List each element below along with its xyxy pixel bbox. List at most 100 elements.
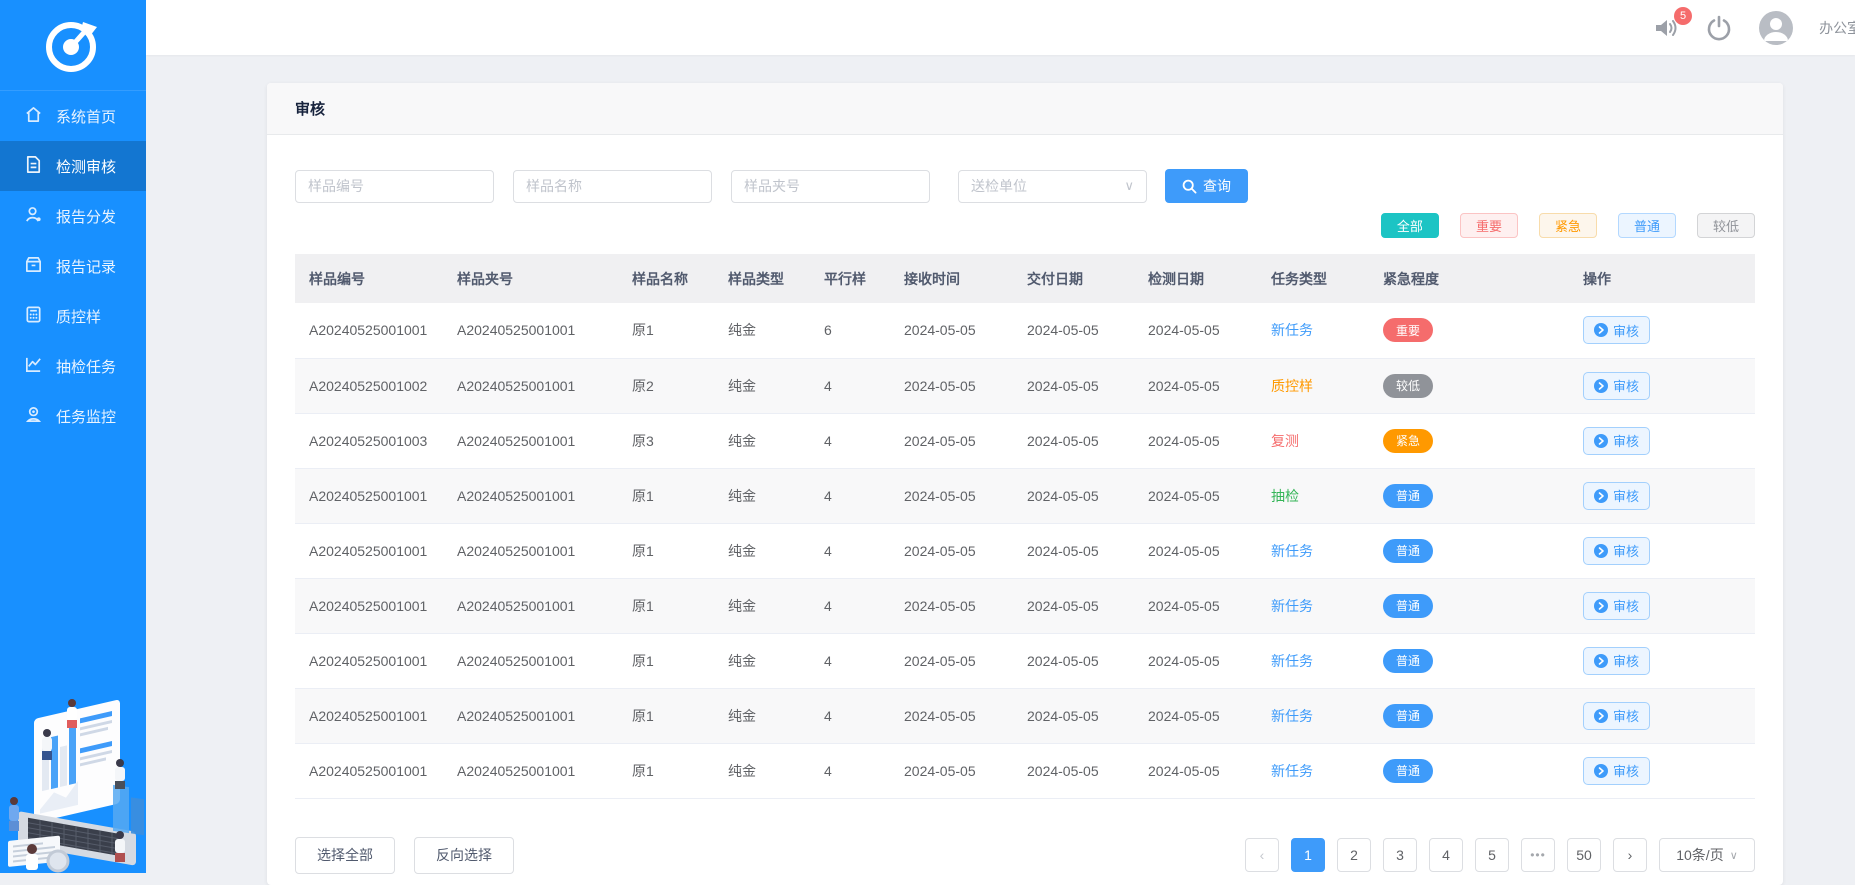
- sidebar-item-label: 系统首页: [56, 106, 116, 127]
- column-header: 任务类型: [1257, 254, 1369, 303]
- cell-test-date: 2024-05-05: [1134, 743, 1257, 798]
- pagination-page-3[interactable]: 3: [1383, 838, 1417, 872]
- sidebar-item-qc-sample[interactable]: 质控样: [0, 291, 146, 341]
- cell-sample-type: 纯金: [714, 303, 810, 358]
- sidebar-item-records[interactable]: 报告记录: [0, 241, 146, 291]
- filter-normal[interactable]: 普通: [1618, 213, 1676, 238]
- sidebar-item-home[interactable]: 系统首页: [0, 91, 146, 141]
- urgency-badge: 普通: [1383, 704, 1433, 728]
- pagination-page-4[interactable]: 4: [1429, 838, 1463, 872]
- urgency-filter-group: 全部重要紧急普通较低: [295, 213, 1755, 238]
- sidebar-item-monitor[interactable]: 任务监控: [0, 391, 146, 441]
- cell-folder-no: A20240525001001: [443, 523, 618, 578]
- cell-sample-name: 原1: [618, 468, 714, 523]
- column-header: 检测日期: [1134, 254, 1257, 303]
- cell-sample-type: 纯金: [714, 523, 810, 578]
- sidebar: 系统首页检测审核报告分发报告记录质控样抽检任务任务监控: [0, 0, 146, 873]
- table-row: A20240525001002A20240525001001原2纯金42024-…: [295, 358, 1755, 413]
- column-header: 样品名称: [618, 254, 714, 303]
- cell-sample-no: A20240525001002: [295, 358, 443, 413]
- audit-button[interactable]: 审核: [1583, 537, 1650, 565]
- cell-sample-no: A20240525001001: [295, 303, 443, 358]
- audit-button-label: 审核: [1613, 651, 1639, 670]
- audit-button-label: 审核: [1613, 431, 1639, 450]
- search-icon: [1182, 179, 1197, 194]
- select-all-button[interactable]: 选择全部: [295, 837, 395, 874]
- sidebar-item-review[interactable]: 检测审核: [0, 141, 146, 191]
- cell-received-date: 2024-05-05: [890, 468, 1013, 523]
- audit-button-label: 审核: [1613, 541, 1639, 560]
- cell-sample-name: 原2: [618, 358, 714, 413]
- audit-button[interactable]: 审核: [1583, 427, 1650, 455]
- urgency-badge: 紧急: [1383, 429, 1433, 453]
- sidebar-item-label: 抽检任务: [56, 356, 116, 377]
- pagination-page-2[interactable]: 2: [1337, 838, 1371, 872]
- cell-sample-no: A20240525001001: [295, 468, 443, 523]
- task-type-label: 新任务: [1271, 598, 1313, 614]
- search-button[interactable]: 查询: [1165, 169, 1248, 203]
- cell-parallel: 4: [810, 523, 890, 578]
- cell-sample-type: 纯金: [714, 578, 810, 633]
- cell-folder-no: A20240525001001: [443, 468, 618, 523]
- cell-parallel: 4: [810, 743, 890, 798]
- cell-sample-no: A20240525001001: [295, 688, 443, 743]
- audit-button[interactable]: 审核: [1583, 702, 1650, 730]
- filter-urgent[interactable]: 紧急: [1539, 213, 1597, 238]
- arrow-circle-icon: [1594, 709, 1608, 723]
- audit-button[interactable]: 审核: [1583, 372, 1650, 400]
- pagination-page-5[interactable]: 5: [1475, 838, 1509, 872]
- pagination-ellipsis[interactable]: •••: [1521, 838, 1555, 872]
- sidebar-item-distribute[interactable]: 报告分发: [0, 191, 146, 241]
- user-label: 办公室:张: [1819, 18, 1855, 38]
- topbar: 5 办公室:张: [146, 0, 1855, 55]
- cell-test-date: 2024-05-05: [1134, 523, 1257, 578]
- pagination-page-1[interactable]: 1: [1291, 838, 1325, 872]
- cell-sample-type: 纯金: [714, 468, 810, 523]
- task-type-label: 新任务: [1271, 322, 1313, 338]
- sample-folder-input[interactable]: [731, 170, 930, 203]
- table-row: A20240525001001A20240525001001原1纯金42024-…: [295, 523, 1755, 578]
- arrow-circle-icon: [1594, 323, 1608, 337]
- cell-deliver-date: 2024-05-05: [1013, 633, 1134, 688]
- sidebar-item-sampling[interactable]: 抽检任务: [0, 341, 146, 391]
- cell-sample-name: 原1: [618, 523, 714, 578]
- urgency-badge: 较低: [1383, 374, 1433, 398]
- task-type-label: 新任务: [1271, 653, 1313, 669]
- cell-deliver-date: 2024-05-05: [1013, 688, 1134, 743]
- pagination-prev-button[interactable]: ‹: [1245, 838, 1279, 872]
- audit-button[interactable]: 审核: [1583, 316, 1650, 344]
- page-size-select[interactable]: 10条/页∨: [1659, 838, 1755, 872]
- cell-parallel: 4: [810, 688, 890, 743]
- filter-all[interactable]: 全部: [1381, 213, 1439, 238]
- pagination-next-button[interactable]: ›: [1613, 838, 1647, 872]
- filter-important[interactable]: 重要: [1460, 213, 1518, 238]
- pagination-page-50[interactable]: 50: [1567, 838, 1601, 872]
- main-content: 审核 送检单位 ∨ 查询 全部重要紧急普通较低: [146, 55, 1855, 873]
- chart-line-icon: [24, 355, 43, 378]
- sidebar-item-label: 报告记录: [56, 256, 116, 277]
- arrow-circle-icon: [1594, 654, 1608, 668]
- invert-select-button[interactable]: 反向选择: [414, 837, 514, 874]
- cell-parallel: 4: [810, 358, 890, 413]
- sidebar-menu: 系统首页检测审核报告分发报告记录质控样抽检任务任务监控: [0, 90, 146, 441]
- cell-sample-type: 纯金: [714, 743, 810, 798]
- cell-received-date: 2024-05-05: [890, 578, 1013, 633]
- column-header: 紧急程度: [1369, 254, 1569, 303]
- calculator-icon: [24, 305, 43, 328]
- user-avatar[interactable]: [1759, 11, 1793, 45]
- audit-button[interactable]: 审核: [1583, 592, 1650, 620]
- cell-received-date: 2024-05-05: [890, 358, 1013, 413]
- sample-no-input[interactable]: [295, 170, 494, 203]
- audit-button[interactable]: 审核: [1583, 647, 1650, 675]
- archive-box-icon: [24, 255, 43, 278]
- audit-button[interactable]: 审核: [1583, 482, 1650, 510]
- filter-low[interactable]: 较低: [1697, 213, 1755, 238]
- column-header: 接收时间: [890, 254, 1013, 303]
- audit-button[interactable]: 审核: [1583, 757, 1650, 785]
- logout-power-button[interactable]: [1705, 14, 1733, 42]
- task-type-label: 质控样: [1271, 378, 1313, 394]
- review-card: 审核 送检单位 ∨ 查询 全部重要紧急普通较低: [267, 83, 1783, 885]
- send-unit-select[interactable]: 送检单位 ∨: [958, 170, 1147, 203]
- sample-name-input[interactable]: [513, 170, 712, 203]
- notification-speaker-button[interactable]: 5: [1653, 16, 1679, 40]
